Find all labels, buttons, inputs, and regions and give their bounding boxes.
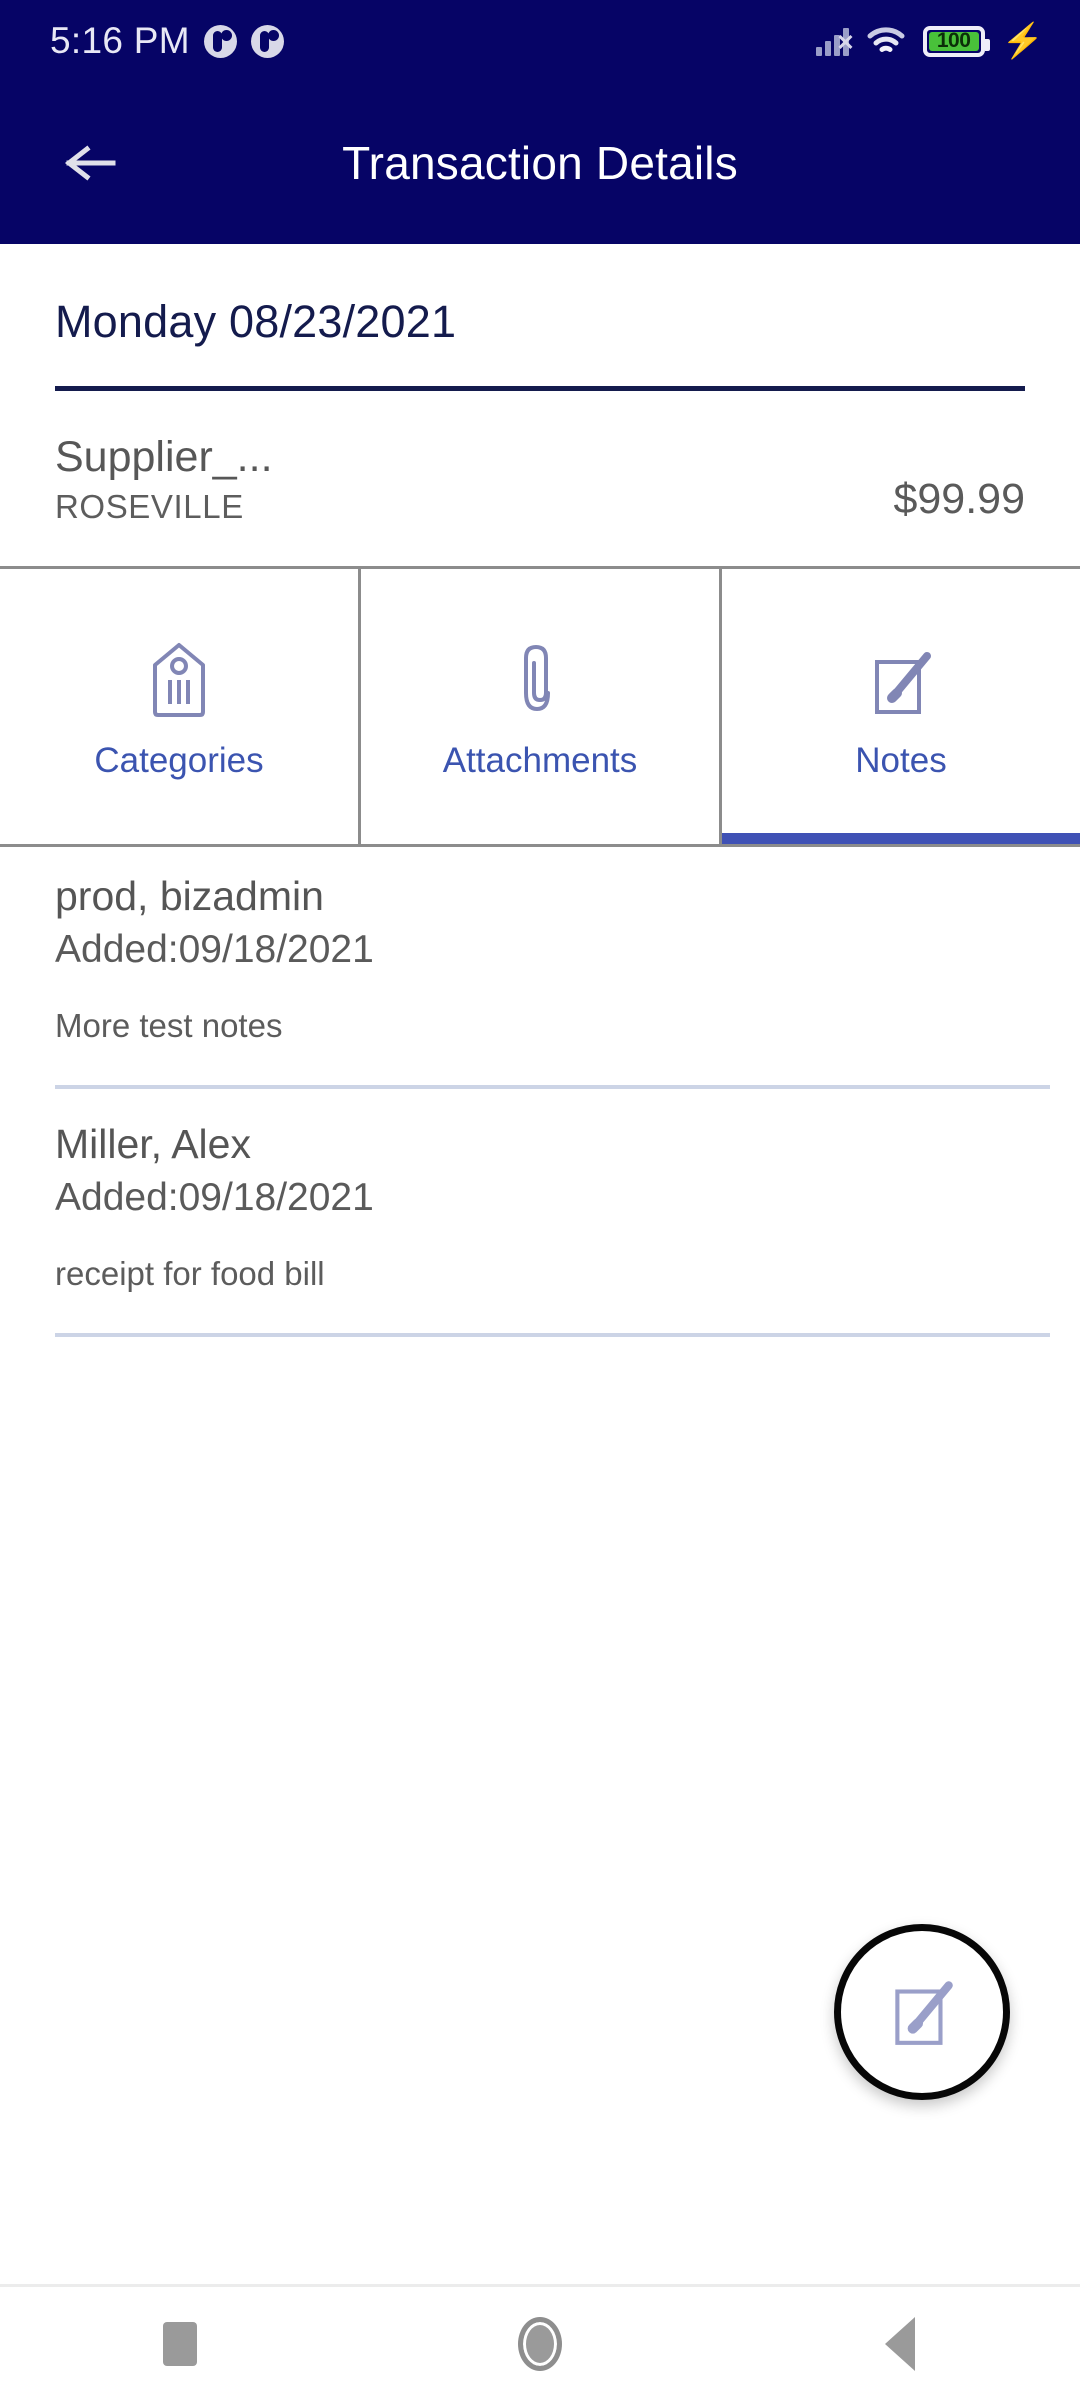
supplier-row: Supplier_... ROSEVILLE $99.99 (0, 391, 1080, 566)
note-body: receipt for food bill (55, 1255, 325, 1293)
app-bar: Transaction Details (0, 82, 1080, 244)
transaction-amount: $99.99 (893, 475, 1025, 524)
app-screen: 5:16 PM ✕ 100 ⚡ Transaction Details Mond… (0, 0, 1080, 2400)
notification-dot-icon (203, 24, 237, 58)
tab-notes[interactable]: Notes (719, 569, 1080, 845)
battery-icon: 100 (922, 25, 990, 57)
note-edit-icon (867, 639, 935, 721)
page-title: Transaction Details (342, 137, 738, 189)
note-edit-icon (887, 1971, 957, 2054)
charging-bolt-icon: ⚡ (1001, 22, 1044, 60)
tab-label-notes: Notes (855, 740, 947, 780)
list-item[interactable]: prod, bizadmin Added:09/18/2021 More tes… (0, 871, 1080, 1090)
tab-label-attachments: Attachments (442, 740, 638, 780)
supplier-name: Supplier_... (55, 433, 273, 481)
status-bar-right: ✕ 100 ⚡ (815, 22, 1044, 60)
transaction-date-block: Monday 08/23/2021 (0, 244, 1080, 391)
note-author: prod, bizadmin (55, 873, 324, 920)
signal-no-service-icon: ✕ (815, 26, 855, 56)
paperclip-icon (518, 639, 562, 721)
tab-bar: Categories Attachments Notes (0, 566, 1080, 848)
divider (55, 1333, 1050, 1338)
wifi-icon (866, 26, 906, 56)
back-arrow-icon[interactable] (56, 128, 126, 198)
tag-icon (150, 639, 208, 721)
tab-attachments[interactable]: Attachments (358, 569, 719, 845)
circle-home-icon[interactable] (465, 2286, 615, 2400)
transaction-date: Monday 08/23/2021 (55, 296, 457, 347)
notification-dot-icon (250, 24, 284, 58)
supplier-info: Supplier_... ROSEVILLE (55, 433, 273, 526)
tab-label-categories: Categories (94, 740, 264, 780)
system-nav-bar (0, 2284, 1080, 2400)
status-bar: 5:16 PM ✕ 100 ⚡ (0, 0, 1080, 82)
tab-categories[interactable]: Categories (0, 569, 358, 844)
note-body: More test notes (55, 1007, 283, 1045)
note-added-date: Added:09/18/2021 (55, 927, 374, 971)
note-added-date: Added:09/18/2021 (55, 1175, 374, 1219)
supplier-city: ROSEVILLE (55, 488, 244, 526)
list-item[interactable]: Miller, Alex Added:09/18/2021 receipt fo… (0, 1089, 1080, 1338)
add-note-fab[interactable] (834, 1924, 1010, 2100)
battery-level: 100 (936, 29, 971, 52)
square-recents-icon[interactable] (105, 2286, 255, 2400)
note-author: Miller, Alex (55, 1121, 251, 1168)
status-clock: 5:16 PM (50, 20, 190, 61)
status-bar-left: 5:16 PM (50, 20, 284, 62)
triangle-back-icon[interactable] (825, 2286, 975, 2400)
